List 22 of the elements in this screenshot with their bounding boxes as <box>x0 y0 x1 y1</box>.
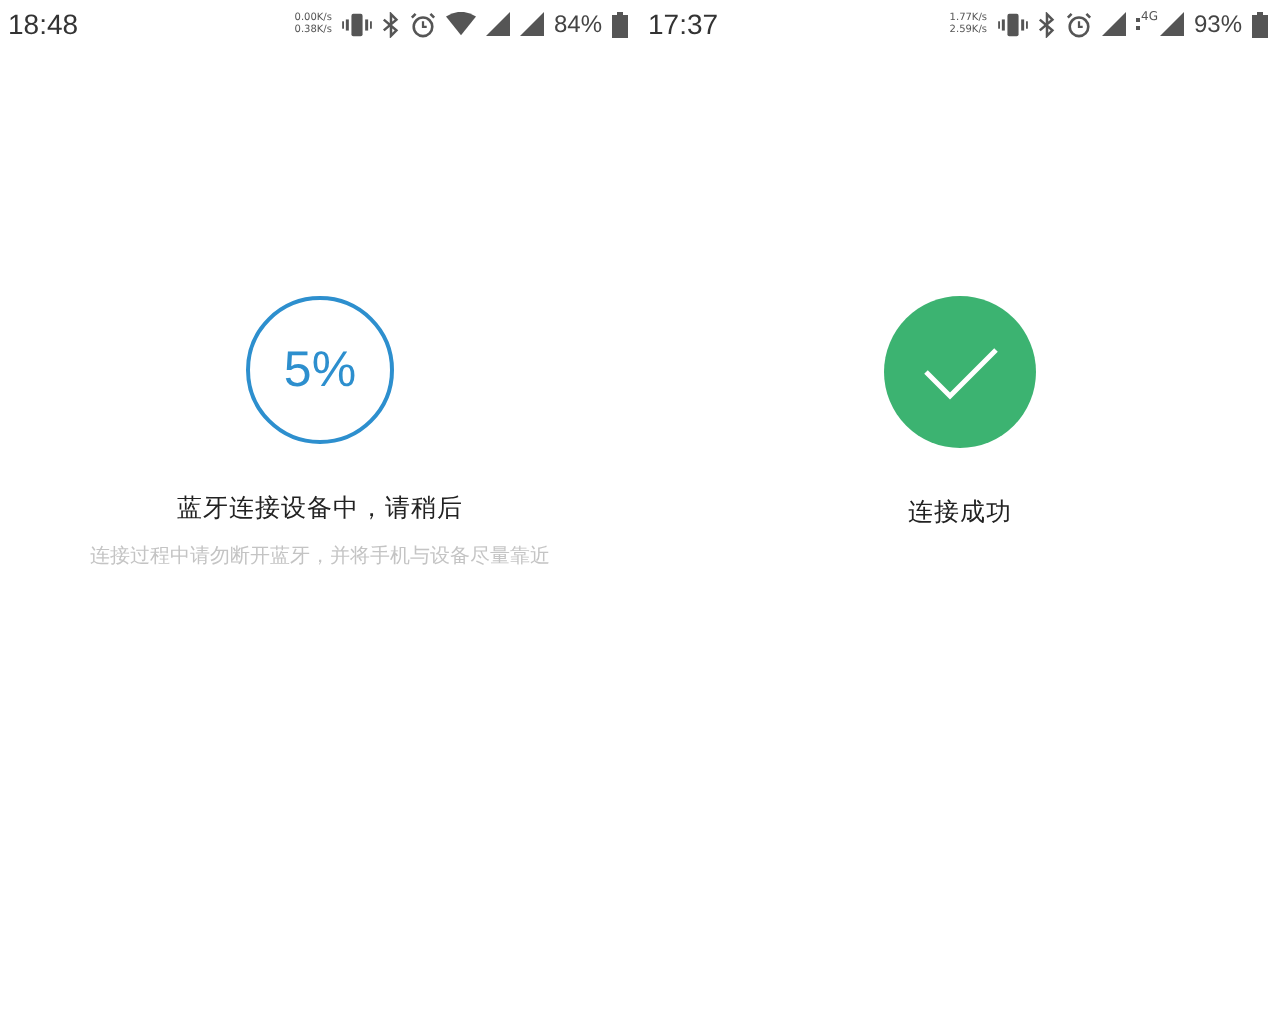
status-hint: 连接过程中请勿断开蓝牙，并将手机与设备尽量靠近 <box>90 543 550 570</box>
vibrate-icon <box>997 11 1027 37</box>
signal-icon <box>519 12 544 36</box>
clock-time: 18:48 <box>8 8 79 40</box>
signal-icon <box>1101 12 1125 36</box>
clock-time: 17:37 <box>648 8 719 40</box>
alarm-clock-icon <box>1065 11 1091 37</box>
progress-percent: 5% <box>283 341 357 399</box>
signal-icon <box>485 12 510 36</box>
status-title: 连接成功 <box>908 496 1012 530</box>
battery-percent: 93% <box>1193 10 1242 38</box>
vibrate-icon <box>341 11 372 37</box>
success-check-icon <box>884 296 1036 448</box>
battery-icon <box>612 11 628 37</box>
alarm-clock-icon <box>409 11 436 37</box>
bluetooth-icon <box>1037 11 1055 37</box>
status-title: 蓝牙连接设备中，请稍后 <box>177 492 463 526</box>
wifi-icon <box>445 12 476 36</box>
battery-icon <box>1252 11 1268 37</box>
bluetooth-icon <box>381 11 400 37</box>
signal-icon <box>1159 12 1184 36</box>
battery-percent: 84% <box>553 10 602 38</box>
